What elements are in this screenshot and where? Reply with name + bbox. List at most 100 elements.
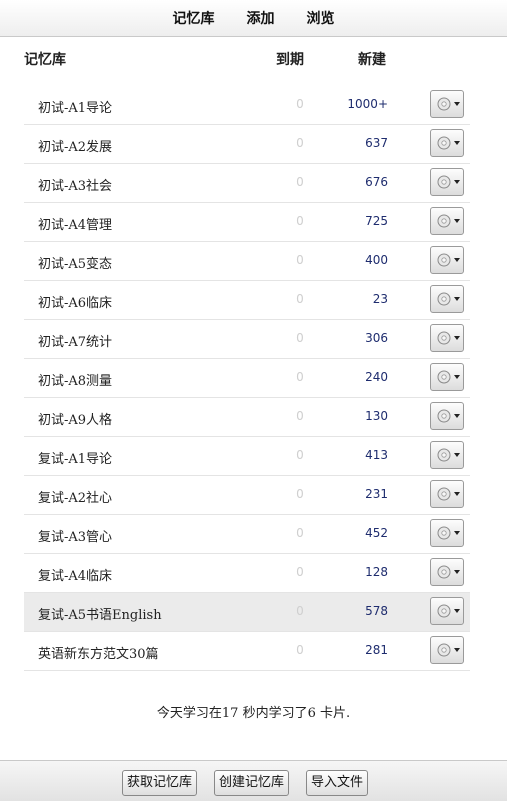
- deck-options-button[interactable]: [430, 480, 464, 508]
- due-count: 0: [296, 526, 304, 540]
- deck-row[interactable]: 初试-A2发展 0 637: [24, 125, 470, 164]
- deck-row[interactable]: 初试-A9人格 0 130: [24, 398, 470, 437]
- deck-row[interactable]: 复试-A5书语English 0 578: [24, 593, 470, 632]
- new-count: 725: [365, 214, 388, 228]
- new-count: 413: [365, 448, 388, 462]
- import-file-button[interactable]: 导入文件: [306, 770, 369, 796]
- new-count: 281: [365, 643, 388, 657]
- chevron-down-icon: [454, 336, 460, 340]
- nav-add[interactable]: 添加: [247, 8, 275, 28]
- deck-name-link[interactable]: 复试-A1导论: [38, 448, 112, 467]
- deck-row[interactable]: 复试-A2社心 0 231: [24, 476, 470, 515]
- deck-options-button[interactable]: [430, 558, 464, 586]
- deck-name-link[interactable]: 初试-A8测量: [38, 370, 112, 389]
- study-status-text: 今天学习在17 秒内学习了6 卡片.: [156, 706, 351, 721]
- new-count: 452: [365, 526, 388, 540]
- deck-row[interactable]: 初试-A3社会 0 676: [24, 164, 470, 203]
- deck-row[interactable]: 初试-A6临床 0 23: [24, 281, 470, 320]
- new-count: 231: [365, 487, 388, 501]
- chevron-down-icon: [454, 648, 460, 652]
- gear-icon: [437, 448, 451, 462]
- deck-options-button[interactable]: [430, 246, 464, 274]
- deck-options-button[interactable]: [430, 90, 464, 118]
- deck-options-button[interactable]: [430, 597, 464, 625]
- due-count: 0: [296, 409, 304, 423]
- deck-name-link[interactable]: 初试-A3社会: [38, 175, 112, 194]
- due-count: 0: [296, 97, 304, 111]
- deck-name-link[interactable]: 英语新东方范文30篇: [38, 643, 159, 662]
- deck-options-button[interactable]: [430, 363, 464, 391]
- nav-browse[interactable]: 浏览: [307, 8, 335, 28]
- deck-name-link[interactable]: 复试-A2社心: [38, 487, 112, 506]
- new-count: 676: [365, 175, 388, 189]
- deck-name-link[interactable]: 初试-A7统计: [38, 331, 112, 350]
- deck-options-button[interactable]: [430, 636, 464, 664]
- due-count: 0: [296, 565, 304, 579]
- deck-row[interactable]: 复试-A3管心 0 452: [24, 515, 470, 554]
- deck-options-button[interactable]: [430, 129, 464, 157]
- chevron-down-icon: [454, 258, 460, 262]
- gear-icon: [437, 370, 451, 384]
- table-header: 记忆库 到期 新建: [0, 36, 507, 80]
- due-count: 0: [296, 331, 304, 345]
- deck-options-button[interactable]: [430, 441, 464, 469]
- deck-row[interactable]: 复试-A4临床 0 128: [24, 554, 470, 593]
- new-count: 306: [365, 331, 388, 345]
- column-header-deck: 记忆库: [24, 52, 66, 68]
- deck-row[interactable]: 初试-A1导论 0 1000+: [24, 86, 470, 125]
- deck-row[interactable]: 初试-A4管理 0 725: [24, 203, 470, 242]
- due-count: 0: [296, 487, 304, 501]
- deck-name-link[interactable]: 复试-A3管心: [38, 526, 112, 545]
- deck-row[interactable]: 英语新东方范文30篇 0 281: [24, 632, 470, 671]
- deck-options-button[interactable]: [430, 207, 464, 235]
- gear-icon: [437, 214, 451, 228]
- deck-name-link[interactable]: 初试-A5变态: [38, 253, 112, 272]
- new-count: 23: [372, 292, 388, 306]
- deck-options-button[interactable]: [430, 402, 464, 430]
- due-count: 0: [296, 292, 304, 306]
- due-count: 0: [296, 643, 304, 657]
- gear-icon: [437, 97, 451, 111]
- gear-icon: [437, 526, 451, 540]
- deck-row[interactable]: 初试-A7统计 0 306: [24, 320, 470, 359]
- gear-icon: [437, 565, 451, 579]
- column-header-due: 到期: [276, 52, 304, 68]
- create-deck-button[interactable]: 创建记忆库: [214, 770, 290, 796]
- chevron-down-icon: [454, 453, 460, 457]
- chevron-down-icon: [454, 609, 460, 613]
- gear-icon: [437, 604, 451, 618]
- due-count: 0: [296, 175, 304, 189]
- bottom-toolbar: 获取记忆库 创建记忆库 导入文件: [0, 760, 507, 801]
- deck-name-link[interactable]: 初试-A1导论: [38, 97, 112, 116]
- due-count: 0: [296, 253, 304, 267]
- column-header-new: 新建: [358, 52, 386, 68]
- chevron-down-icon: [454, 375, 460, 379]
- gear-icon: [437, 331, 451, 345]
- nav-decks[interactable]: 记忆库: [173, 8, 215, 28]
- deck-options-button[interactable]: [430, 519, 464, 547]
- chevron-down-icon: [454, 492, 460, 496]
- get-shared-decks-button[interactable]: 获取记忆库: [122, 770, 198, 796]
- new-count: 637: [365, 136, 388, 150]
- deck-name-link[interactable]: 初试-A9人格: [38, 409, 112, 428]
- deck-row[interactable]: 初试-A5变态 0 400: [24, 242, 470, 281]
- gear-icon: [437, 253, 451, 267]
- deck-name-link[interactable]: 初试-A2发展: [38, 136, 112, 155]
- chevron-down-icon: [454, 141, 460, 145]
- due-count: 0: [296, 214, 304, 228]
- new-count: 130: [365, 409, 388, 423]
- deck-row[interactable]: 复试-A1导论 0 413: [24, 437, 470, 476]
- gear-icon: [437, 409, 451, 423]
- chevron-down-icon: [454, 102, 460, 106]
- deck-name-link[interactable]: 初试-A4管理: [38, 214, 112, 233]
- deck-options-button[interactable]: [430, 324, 464, 352]
- new-count: 1000+: [347, 97, 388, 111]
- deck-name-link[interactable]: 复试-A5书语English: [38, 604, 162, 623]
- deck-options-button[interactable]: [430, 168, 464, 196]
- deck-name-link[interactable]: 复试-A4临床: [38, 565, 112, 584]
- deck-name-link[interactable]: 初试-A6临床: [38, 292, 112, 311]
- chevron-down-icon: [454, 219, 460, 223]
- deck-row[interactable]: 初试-A8测量 0 240: [24, 359, 470, 398]
- deck-options-button[interactable]: [430, 285, 464, 313]
- chevron-down-icon: [454, 570, 460, 574]
